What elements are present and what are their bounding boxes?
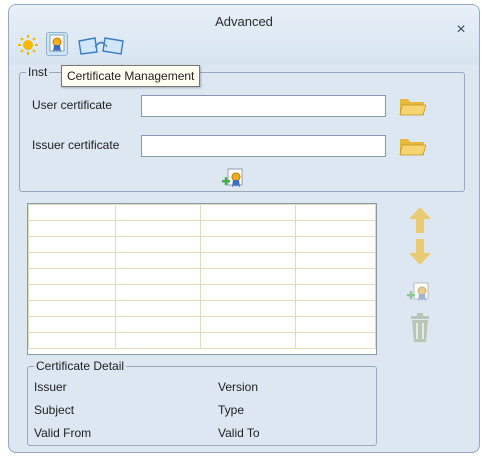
issuer-certificate-label: Issuer certificate (32, 138, 120, 152)
certificate-list[interactable] (27, 203, 377, 355)
table-row (28, 220, 376, 237)
user-certificate-field[interactable] (141, 95, 386, 117)
wireless-network-icon[interactable] (75, 33, 127, 57)
table-row (28, 332, 376, 349)
table-row (28, 300, 376, 317)
delete-trash-icon[interactable] (409, 313, 431, 343)
certificate-management-tab[interactable] (46, 32, 68, 56)
valid-from-label: Valid From (34, 426, 92, 440)
table-row (28, 252, 376, 269)
dialog-title: Advanced (215, 14, 273, 29)
issuer-certificate-browse-folder-icon[interactable] (398, 135, 426, 157)
add-certificate-icon[interactable] (220, 166, 246, 190)
table-row (28, 204, 376, 221)
move-up-arrow-icon[interactable] (408, 206, 432, 234)
issuer-label: Issuer (34, 380, 67, 394)
import-certificate-icon[interactable] (405, 280, 433, 304)
certificate-management-tooltip: Certificate Management (61, 65, 201, 87)
install-certificate-group: Inst User certificate Issuer certificate (19, 65, 465, 192)
table-row (28, 268, 376, 285)
settings-sun-icon[interactable] (17, 33, 39, 57)
move-down-arrow-icon[interactable] (408, 238, 432, 266)
user-certificate-label: User certificate (32, 98, 113, 112)
certificate-detail-group: Certificate Detail Issuer Version Subjec… (27, 359, 377, 446)
table-row (28, 316, 376, 333)
valid-to-label: Valid To (218, 426, 260, 440)
certificate-table (28, 204, 376, 349)
close-icon[interactable]: × (453, 22, 469, 38)
title-bar: Advanced × (9, 5, 479, 65)
certificate-icon (49, 34, 65, 52)
type-label: Type (218, 403, 245, 417)
advanced-dialog: Advanced × Inst User certificate Issuer … (8, 4, 480, 453)
table-row (28, 284, 376, 301)
version-label: Version (218, 380, 259, 394)
user-certificate-browse-folder-icon[interactable] (398, 95, 426, 117)
table-row (28, 236, 376, 253)
install-group-title: Inst (26, 65, 50, 79)
subject-label: Subject (34, 403, 75, 417)
certificate-detail-title: Certificate Detail (34, 359, 127, 373)
issuer-certificate-field[interactable] (141, 135, 386, 157)
